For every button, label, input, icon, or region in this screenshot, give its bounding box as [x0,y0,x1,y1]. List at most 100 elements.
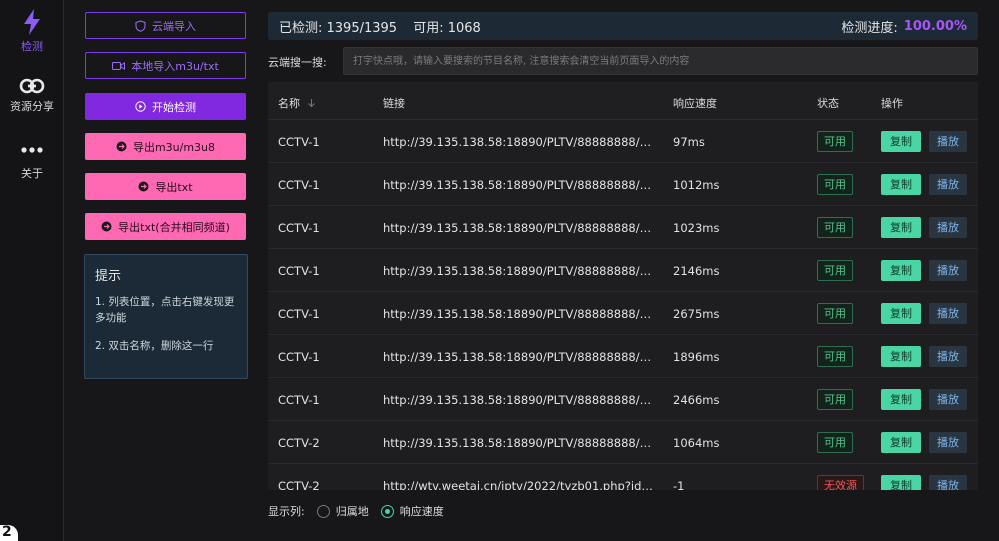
column-header-status: 状态 [817,97,839,110]
lightning-icon [24,9,40,35]
cloud-import-button[interactable]: 云端导入 [85,12,246,39]
channel-name[interactable]: CCTV-1 [278,221,320,235]
channel-link: http://wtv.weetai.cn/iptv/2022/tyzb01.ph… [383,479,658,490]
play-button[interactable]: 播放 [929,303,967,324]
tips-line: 2. 双击名称，删除这一行 [95,340,214,352]
more-dots-icon [21,147,43,153]
export-icon [138,181,149,192]
display-columns-label: 显示列: [268,505,305,518]
copy-button[interactable]: 复制 [881,260,921,281]
column-header-speed: 响应速度 [673,97,717,110]
nav-item-check[interactable]: 检测 [0,8,64,54]
table-row[interactable]: CCTV-1 http://39.135.138.58:18890/PLTV/88… [268,292,978,335]
copy-button[interactable]: 复制 [881,217,921,238]
copy-button[interactable]: 复制 [881,131,921,152]
column-header-name-label: 名称 [278,97,300,110]
copy-button[interactable]: 复制 [881,432,921,453]
play-button[interactable]: 播放 [929,131,967,152]
response-speed: 2675ms [673,307,720,321]
nav-label-share: 资源分享 [10,100,54,113]
available-count: 可用: 1068 [413,20,481,36]
export-txt-button[interactable]: 导出txt [85,173,246,200]
channel-link: http://39.135.138.58:18890/PLTV/88888888… [383,264,658,278]
response-speed: 1064ms [673,436,720,450]
radio-location[interactable]: 归属地 [316,503,369,519]
search-input[interactable] [343,47,978,75]
channel-link: http://39.135.138.58:18890/PLTV/88888888… [383,350,658,364]
play-button[interactable]: 播放 [929,174,967,195]
play-circle-icon [135,101,146,112]
table-row[interactable]: CCTV-1 http://39.135.138.58:18890/PLTV/88… [268,206,978,249]
copy-button[interactable]: 复制 [881,346,921,367]
cloud-import-label: 云端导入 [152,19,196,33]
play-button[interactable]: 播放 [929,389,967,410]
table-row[interactable]: CCTV-1 http://39.135.138.58:18890/PLTV/88… [268,249,978,292]
play-button[interactable]: 播放 [929,432,967,453]
nav-label-about: 关于 [21,167,43,180]
sort-arrow-icon [307,99,315,108]
nav-item-about[interactable]: 关于 [0,143,64,181]
status-badge: 可用 [817,432,853,453]
status-badge: 可用 [817,303,853,324]
corner-badge: 2 [0,524,18,541]
status-bar: 已检测: 1395/1395 可用: 1068 检测进度: 100.00% [268,12,978,40]
channel-name[interactable]: CCTV-1 [278,135,320,149]
local-import-label: 本地导入m3u/txt [131,59,219,73]
status-badge: 可用 [817,346,853,367]
export-icon [101,221,112,232]
table-row[interactable]: CCTV-2 http://39.135.138.58:18890/PLTV/88… [268,421,978,464]
radio-location-label: 归属地 [335,505,369,518]
channel-name[interactable]: CCTV-1 [278,393,320,407]
start-check-button[interactable]: 开始检测 [85,93,246,120]
local-import-button[interactable]: 本地导入m3u/txt [85,52,246,79]
channel-name[interactable]: CCTV-1 [278,264,320,278]
radio-speed[interactable]: 响应速度 [380,503,444,519]
response-speed: 1012ms [673,178,720,192]
channel-link: http://39.135.138.58:18890/PLTV/88888888… [383,436,658,450]
play-button[interactable]: 播放 [929,260,967,281]
corner-badge-glyph: 2 [2,524,12,540]
channel-name[interactable]: CCTV-1 [278,307,320,321]
display-columns: 显示列: 归属地 响应速度 [268,503,444,519]
channel-name[interactable]: CCTV-2 [278,479,320,490]
channel-link: http://39.135.138.58:18890/PLTV/88888888… [383,221,658,235]
export-txt-label: 导出txt [155,180,193,194]
play-button[interactable]: 播放 [929,217,967,238]
channel-link: http://39.135.138.58:18890/PLTV/88888888… [383,178,658,192]
table-row[interactable]: CCTV-1 http://39.135.138.58:18890/PLTV/88… [268,120,978,163]
export-m3u-button[interactable]: 导出m3u/m3u8 [85,133,246,160]
channel-link: http://39.135.138.58:18890/PLTV/88888888… [383,135,658,149]
export-txt-merge-button[interactable]: 导出txt(合并相同频道) [85,213,246,240]
column-header-name[interactable]: 名称 [278,95,316,111]
nav-item-share[interactable]: 资源分享 [0,76,64,114]
copy-button[interactable]: 复制 [881,475,921,490]
progress-label: 检测进度: [841,20,898,36]
copy-button[interactable]: 复制 [881,389,921,410]
table-row[interactable]: CCTV-1 http://39.135.138.58:18890/PLTV/88… [268,163,978,206]
status-badge: 可用 [817,389,853,410]
radio-speed-label: 响应速度 [399,505,444,518]
table-row[interactable]: CCTV-2 http://wtv.weetai.cn/iptv/2022/tyz… [268,464,978,490]
column-header-link: 链接 [383,97,405,110]
response-speed: 2466ms [673,393,720,407]
status-badge: 可用 [817,174,853,195]
video-icon [112,61,126,71]
response-speed: 97ms [673,135,705,149]
response-speed: 1023ms [673,221,720,235]
table-row[interactable]: CCTV-1 http://39.135.138.58:18890/PLTV/88… [268,378,978,421]
radio-dot [380,504,394,518]
copy-button[interactable]: 复制 [881,303,921,324]
detected-count: 已检测: 1395/1395 [279,20,398,36]
play-button[interactable]: 播放 [929,346,967,367]
table-row[interactable]: CCTV-1 http://39.135.138.58:18890/PLTV/88… [268,335,978,378]
play-button[interactable]: 播放 [929,475,967,490]
channel-name[interactable]: CCTV-1 [278,350,320,364]
export-txt-merge-label: 导出txt(合并相同频道) [118,220,230,234]
channel-name[interactable]: CCTV-1 [278,178,320,192]
channel-link: http://39.135.138.58:18890/PLTV/88888888… [383,393,658,407]
copy-button[interactable]: 复制 [881,174,921,195]
channel-name[interactable]: CCTV-2 [278,436,320,450]
channel-link: http://39.135.138.58:18890/PLTV/88888888… [383,307,658,321]
nav-rail: 检测 资源分享 关于 2 [0,0,64,541]
status-badge: 可用 [817,131,853,152]
